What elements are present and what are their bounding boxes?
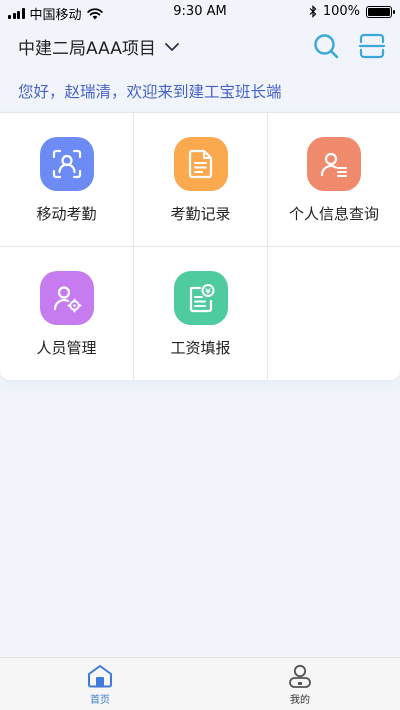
project-selector[interactable]: 中建二局AAA项目 xyxy=(18,34,180,59)
menu-item-label: 考勤记录 xyxy=(170,205,231,223)
tab-home-label: 首页 xyxy=(90,695,110,706)
menu-item-label: 工资填报 xyxy=(170,339,231,357)
user-icon xyxy=(289,664,311,688)
menu-item-salary-report[interactable]: 工资填报 xyxy=(134,247,267,380)
function-grid: 移动考勤 考勤记录 个人信息查询 人员管理 工资填报 xyxy=(0,112,400,380)
menu-item-attendance-records[interactable]: 考勤记录 xyxy=(134,113,267,246)
tab-mine-label: 我的 xyxy=(290,695,310,706)
battery-icon xyxy=(366,5,395,18)
person-gear-icon xyxy=(39,271,94,325)
menu-item-personal-info[interactable]: 个人信息查询 xyxy=(268,113,400,246)
menu-item-label: 个人信息查询 xyxy=(288,205,379,223)
status-right: 100% xyxy=(309,4,395,19)
status-bar: 中国移动 9:30 AM 100% xyxy=(0,0,400,24)
project-name: 中建二局AAA项目 xyxy=(18,39,156,59)
header: 中建二局AAA项目 xyxy=(0,26,400,66)
menu-item-label: 移动考勤 xyxy=(36,205,97,223)
home-icon xyxy=(88,665,112,688)
document-icon xyxy=(173,137,228,191)
person-list-icon xyxy=(307,137,361,191)
tab-mine[interactable]: 我的 xyxy=(260,664,340,706)
chevron-down-icon xyxy=(164,42,179,51)
tab-home[interactable]: 首页 xyxy=(60,664,140,706)
menu-item-mobile-attendance[interactable]: 移动考勤 xyxy=(0,113,133,246)
battery-percent: 100% xyxy=(322,4,360,19)
face-scan-icon xyxy=(39,137,94,191)
empty-cell xyxy=(268,247,400,380)
greeting-text: 您好，赵瑞清，欢迎来到建工宝班长端 xyxy=(18,83,282,101)
salary-form-icon xyxy=(173,271,228,325)
search-icon[interactable] xyxy=(312,32,340,60)
menu-item-staff-management[interactable]: 人员管理 xyxy=(0,247,133,380)
bluetooth-icon xyxy=(309,5,317,18)
scan-icon[interactable] xyxy=(358,32,386,60)
menu-item-label: 人员管理 xyxy=(36,339,97,357)
tab-bar: 首页 我的 xyxy=(0,657,400,710)
